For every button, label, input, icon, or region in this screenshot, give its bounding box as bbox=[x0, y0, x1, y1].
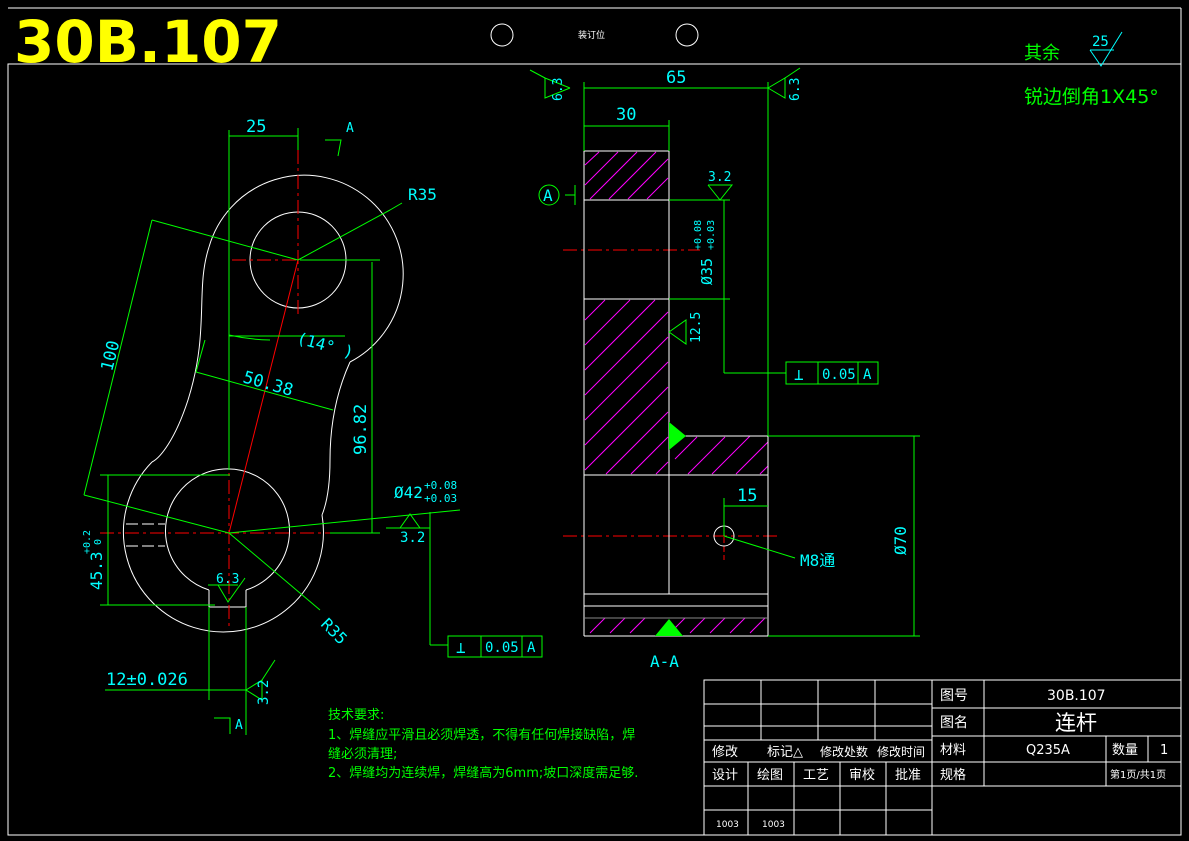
rough-3-2-bottom: 3.2 bbox=[256, 680, 272, 705]
tb-cailiao-value: Q235A bbox=[1026, 743, 1070, 758]
perp-left-ref: A bbox=[527, 640, 536, 656]
tb-shuliang-value: 1 bbox=[1160, 743, 1168, 758]
dim-45-3: 45.3 bbox=[87, 551, 106, 590]
dim-bore-42: Ø42 bbox=[394, 483, 423, 502]
edge-note: 锐边倒角1X45° bbox=[1024, 86, 1159, 108]
dim-12: 12±0.026 bbox=[106, 670, 188, 690]
tech-line-1: 1、焊缝应平滑且必须焊透，不得有任何焊接缺陷，焊 bbox=[328, 727, 635, 743]
dim-45-3-tol-dn: 0 bbox=[93, 539, 104, 545]
weld-marks bbox=[655, 422, 686, 636]
tb-tuming-value: 连杆 bbox=[1055, 711, 1097, 735]
tb-tuhao-value: 30B.107 bbox=[1047, 688, 1106, 704]
tb-sign-header-4: 批准 bbox=[895, 768, 921, 783]
dim-96-82: 96.82 bbox=[351, 404, 371, 455]
tech-line-3: 2、焊缝均为连续焊，焊缝高为6mm;坡口深度需足够. bbox=[328, 765, 638, 781]
tech-requirements: 技术要求: 1、焊缝应平滑且必须焊透，不得有任何焊接缺陷，焊 缝必须清理; 2、… bbox=[328, 708, 638, 781]
tb-sign-header-2: 工艺 bbox=[803, 768, 829, 783]
tb-rev-header-3: 修改时间 bbox=[877, 744, 925, 759]
tb-sign-header-3: 审校 bbox=[849, 767, 875, 783]
dim-m8: M8通 bbox=[800, 551, 835, 570]
dim-45-3-tol-up: +0.2 bbox=[82, 530, 93, 554]
surface-note-value: 25 bbox=[1092, 34, 1109, 50]
binding-hole-left bbox=[490, 23, 514, 47]
dim-bore-42-tol-up: +0.08 bbox=[424, 479, 457, 492]
tb-sign-value-1: 1003 bbox=[762, 820, 785, 830]
dim-70: Ø70 bbox=[891, 526, 910, 555]
datum-a: A bbox=[543, 186, 553, 205]
tb-rev-header-1: 标记△ bbox=[767, 745, 803, 760]
perp-left-value: 0.05 bbox=[485, 640, 519, 656]
tb-sign-value-0: 1003 bbox=[716, 820, 739, 830]
tech-line-2: 缝必须清理; bbox=[328, 747, 397, 762]
dim-15: 15 bbox=[737, 486, 757, 506]
dimension-lines-left bbox=[83, 128, 461, 735]
rough-6-3-key: 6.3 bbox=[216, 572, 239, 587]
dimension-lines-right bbox=[529, 67, 920, 637]
perp-left-symbol: ⊥ bbox=[456, 638, 466, 657]
rough-6-3-right: 6.3 bbox=[788, 78, 803, 101]
drawing-canvas: 30B.107 装订位 其余 25 锐边倒角1X45° 25 A R35 100… bbox=[7, 7, 1182, 836]
drawing-number-title: 30B.107 bbox=[14, 8, 282, 76]
rough-12-5: 12.5 bbox=[689, 312, 704, 343]
drawing-frame bbox=[7, 7, 1182, 836]
dim-65: 65 bbox=[666, 68, 686, 88]
tb-rev-header-0: 修改 bbox=[712, 745, 738, 760]
tb-tuming-label: 图名 bbox=[940, 715, 968, 731]
tech-title: 技术要求: bbox=[328, 708, 384, 723]
tb-rev-header-2: 修改处数 bbox=[820, 744, 868, 759]
tb-cailiao-label: 材料 bbox=[940, 743, 966, 758]
rough-3-2-left: 3.2 bbox=[400, 530, 425, 546]
dim-r35-top: R35 bbox=[408, 185, 437, 204]
section-hatch bbox=[584, 151, 769, 634]
dim-bore-35-tol-dn: +0.03 bbox=[706, 220, 717, 250]
dim-30: 30 bbox=[616, 105, 636, 125]
dim-bore-35: Ø35 bbox=[698, 258, 716, 285]
dim-r35-bottom: R35 bbox=[317, 614, 351, 648]
center-lines bbox=[100, 150, 780, 630]
tb-guige-label: 规格 bbox=[940, 767, 966, 783]
binding-hole-right bbox=[675, 23, 699, 47]
dim-bore-42-tol-dn: +0.03 bbox=[424, 492, 457, 505]
binding-label: 装订位 bbox=[578, 29, 605, 41]
title-block-texts: 图号 30B.107 图名 连杆 材料 Q235A 数量 1 规格 第1页/共1… bbox=[712, 688, 1168, 830]
dim-bore-35-tol-up: +0.08 bbox=[693, 220, 704, 250]
perp-right-value: 0.05 bbox=[822, 367, 856, 383]
tb-sign-header-0: 设计 bbox=[712, 768, 738, 783]
perp-right-ref: A bbox=[863, 367, 872, 383]
rough-6-3-left: 6.3 bbox=[551, 78, 566, 101]
dimension-texts: 25 A R35 100 (14° ) 50.38 96.82 Ø42 +0.0… bbox=[82, 68, 910, 733]
dim-100: 100 bbox=[97, 339, 124, 374]
rod-outline bbox=[123, 174, 404, 633]
section-a-top: A bbox=[346, 121, 354, 136]
section-label-a-a: A-A bbox=[650, 652, 679, 671]
dim-25: 25 bbox=[246, 117, 266, 137]
surface-note-label: 其余 bbox=[1024, 43, 1060, 64]
dim-angle: (14° ) bbox=[295, 329, 356, 362]
perp-right-symbol: ⊥ bbox=[794, 365, 804, 384]
rough-3-2-right: 3.2 bbox=[708, 170, 731, 185]
tb-tuhao-label: 图号 bbox=[940, 688, 968, 704]
section-a-bottom: A bbox=[235, 718, 243, 733]
tb-shuliang-label: 数量 bbox=[1112, 743, 1138, 758]
tb-sign-header-1: 绘图 bbox=[757, 768, 783, 783]
tb-page-info: 第1页/共1页 bbox=[1110, 768, 1166, 781]
dim-50-38: 50.38 bbox=[241, 368, 296, 401]
